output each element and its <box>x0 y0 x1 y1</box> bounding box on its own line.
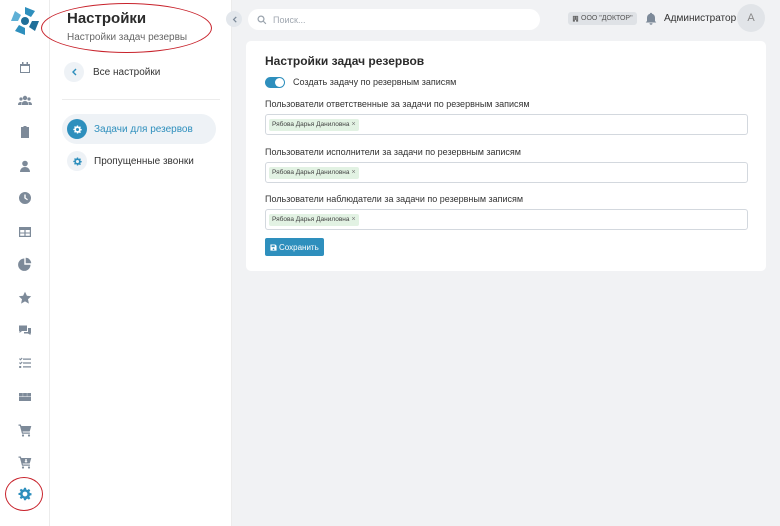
reserve-tasks-settings-card: Настройки задач резервов Создать задачу … <box>246 41 766 271</box>
boxes-icon[interactable] <box>15 386 35 406</box>
clipboard-icon[interactable] <box>15 122 35 142</box>
user-tag: Рябова Дарья Даниловна × <box>269 166 359 179</box>
building-icon <box>572 15 579 22</box>
create-task-toggle-label: Создать задачу по резервным записям <box>293 77 457 87</box>
remove-tag-icon[interactable]: × <box>352 169 356 176</box>
gear-icon <box>67 151 87 171</box>
checklist-icon[interactable] <box>15 353 35 373</box>
user-tag-label: Рябова Дарья Даниловна <box>272 121 350 128</box>
icon-rail <box>0 0 50 526</box>
nav-item-reserve-tasks[interactable]: Задачи для резервов <box>62 114 216 144</box>
gear-icon[interactable] <box>15 484 35 504</box>
chat-icon[interactable] <box>15 320 35 340</box>
chevron-left-icon <box>64 62 84 82</box>
executor-users-label: Пользователи исполнители за задачи по ре… <box>265 147 521 157</box>
cart-arrow-icon[interactable] <box>15 452 35 472</box>
chevron-left-icon <box>232 15 237 23</box>
create-task-toggle[interactable] <box>265 77 285 88</box>
observer-users-field[interactable]: Рябова Дарья Даниловна × <box>265 209 748 230</box>
table-icon[interactable] <box>15 222 35 242</box>
search-input[interactable] <box>273 14 523 25</box>
organization-badge[interactable]: ООО "ДОКТОР" <box>568 12 637 25</box>
search-bar[interactable] <box>248 9 540 30</box>
search-icon <box>257 14 267 24</box>
responsible-users-label: Пользователи ответственные за задачи по … <box>265 99 530 109</box>
nav-divider <box>62 99 220 100</box>
avatar[interactable]: A <box>737 4 765 32</box>
executor-users-field[interactable]: Рябова Дарья Даниловна × <box>265 162 748 183</box>
bell-icon[interactable] <box>645 12 657 25</box>
star-icon[interactable] <box>15 288 35 308</box>
clock-icon[interactable] <box>15 188 35 208</box>
save-button-label: Сохранить <box>279 242 319 252</box>
users-icon[interactable] <box>15 90 35 110</box>
remove-tag-icon[interactable]: × <box>352 121 356 128</box>
observer-users-label: Пользователи наблюдатели за задачи по ре… <box>265 194 524 204</box>
nav-item-missed-calls[interactable]: Пропущенные звонки <box>62 146 216 176</box>
settings-nav: Настройки Настройки задач резервы Все на… <box>50 0 232 526</box>
all-settings-link[interactable]: Все настройки <box>64 60 160 84</box>
user-tag: Рябова Дарья Даниловна × <box>269 213 359 226</box>
page-subtitle: Настройки задач резервы <box>67 32 188 43</box>
user-icon[interactable] <box>15 156 35 176</box>
cart-icon[interactable] <box>15 420 35 440</box>
logo-icon[interactable] <box>9 5 41 37</box>
page-title: Настройки <box>67 10 147 27</box>
organization-name: ООО "ДОКТОР" <box>581 15 633 22</box>
remove-tag-icon[interactable]: × <box>352 216 356 223</box>
gear-icon <box>67 119 87 139</box>
save-button[interactable]: Сохранить <box>265 238 324 256</box>
card-title: Настройки задач резервов <box>265 54 425 68</box>
nav-item-label: Задачи для резервов <box>94 123 193 135</box>
collapse-sidebar-button[interactable] <box>226 11 242 27</box>
calendar-icon[interactable] <box>15 58 35 78</box>
pie-chart-icon[interactable] <box>15 254 35 274</box>
user-name[interactable]: Администратор <box>664 13 736 24</box>
user-tag-label: Рябова Дарья Даниловна <box>272 169 350 176</box>
all-settings-label: Все настройки <box>93 66 161 78</box>
nav-item-label: Пропущенные звонки <box>94 155 194 167</box>
user-tag: Рябова Дарья Даниловна × <box>269 118 359 131</box>
responsible-users-field[interactable]: Рябова Дарья Даниловна × <box>265 114 748 135</box>
floppy-disk-icon <box>270 243 277 251</box>
user-tag-label: Рябова Дарья Даниловна <box>272 216 350 223</box>
